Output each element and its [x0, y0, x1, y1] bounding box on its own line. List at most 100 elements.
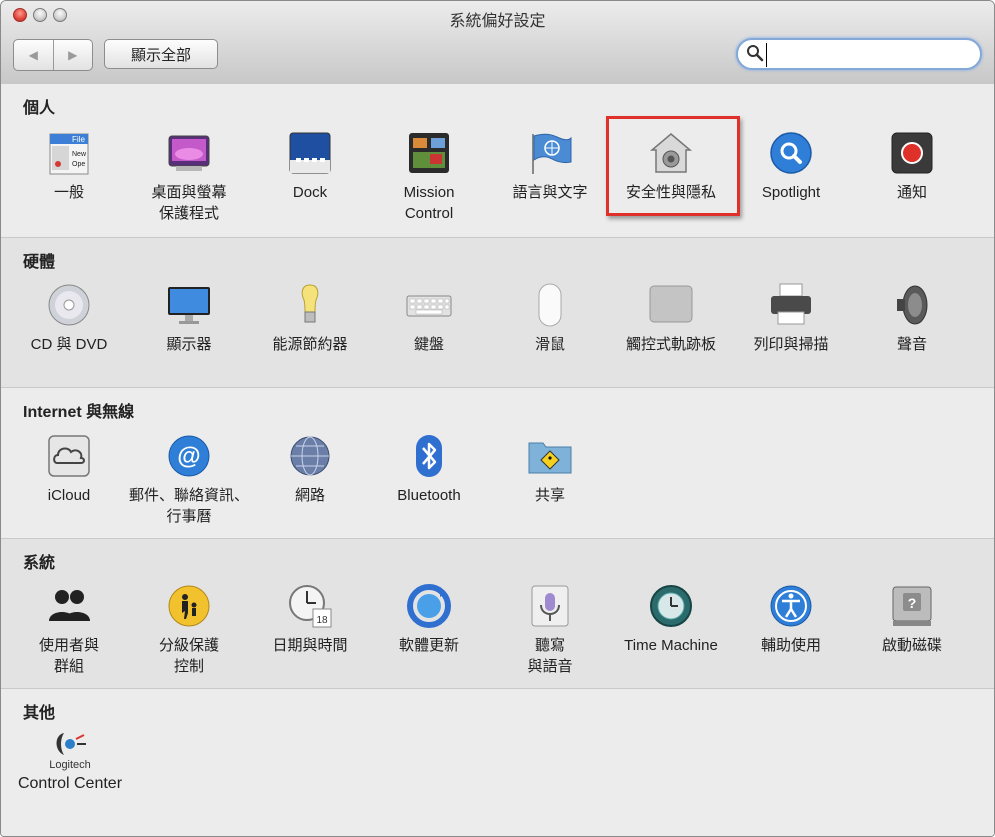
pref-label: 滑鼠	[534, 336, 565, 353]
pref-label: 使用者與 群組	[38, 637, 99, 675]
pref-label: 鍵盤	[413, 336, 444, 353]
time-machine-icon	[650, 585, 692, 627]
startup-disk-icon: ?	[892, 586, 932, 626]
pref-label: 輔助使用	[760, 637, 821, 654]
forward-button[interactable]: ▶	[54, 40, 93, 70]
svg-text:@: @	[177, 443, 200, 470]
cd-dvd-icon	[48, 284, 90, 326]
mail-at-icon: @	[168, 435, 210, 477]
pref-label: Dock	[292, 184, 328, 201]
pref-language-text[interactable]: 語言與文字	[490, 130, 610, 203]
pref-dock[interactable]: Dock	[250, 130, 370, 203]
search-field[interactable]	[736, 38, 982, 70]
pref-trackpad[interactable]: 觸控式軌跡板	[611, 282, 731, 355]
pref-accessibility[interactable]: 輔助使用	[731, 583, 851, 656]
mouse-icon	[538, 283, 562, 327]
pref-bluetooth[interactable]: Bluetooth	[369, 433, 489, 506]
back-forward-group: ◀ ▶	[13, 39, 93, 71]
section-other: 其他 Logitech Control Center	[1, 688, 994, 836]
pref-label: 網路	[294, 487, 325, 504]
brand-text: Logitech	[49, 759, 91, 771]
pref-print-scan[interactable]: 列印與掃描	[731, 282, 851, 355]
back-button[interactable]: ◀	[14, 40, 54, 70]
pref-label: 共享	[534, 487, 565, 504]
section-title: 硬體	[23, 254, 56, 271]
trackpad-icon	[649, 285, 693, 323]
svg-text:File: File	[72, 135, 85, 144]
pref-label: iCloud	[47, 487, 91, 504]
section-hardware: 硬體 CD 與 DVD 顯示器 能源節約器 鍵盤 滑鼠 觸控式軌跡板 列印與掃描…	[1, 237, 994, 388]
show-all-button[interactable]: 顯示全部	[104, 39, 218, 69]
section-title: Internet 與無線	[23, 404, 135, 421]
keyboard-icon	[406, 295, 452, 317]
svg-text:New: New	[72, 151, 87, 158]
pref-label: 日期與時間	[272, 637, 348, 654]
spotlight-icon	[770, 132, 812, 174]
pref-mission-control[interactable]: Mission Control	[369, 130, 489, 224]
pref-label: 軟體更新	[398, 637, 459, 654]
parental-controls-icon	[168, 585, 210, 627]
highlight-box	[606, 116, 740, 216]
pref-label: 一般	[53, 184, 84, 201]
pref-notifications[interactable]: 通知	[852, 130, 972, 203]
svg-text:Ope: Ope	[72, 161, 85, 168]
notifications-icon	[891, 132, 933, 174]
pref-logitech-control-center[interactable]: Logitech Control Center	[9, 729, 131, 794]
svg-text:?: ?	[908, 595, 917, 611]
icloud-icon	[48, 435, 90, 477]
dock-icon	[289, 132, 331, 174]
pref-cd-dvd[interactable]: CD 與 DVD	[9, 282, 129, 355]
pref-general[interactable]: File New Ope 一般	[9, 130, 129, 203]
pref-label: CD 與 DVD	[30, 336, 108, 353]
search-input[interactable]	[766, 43, 971, 67]
clock-calendar-icon: 18	[289, 585, 332, 628]
pref-dictation-speech[interactable]: 聽寫 與語音	[490, 583, 610, 677]
logitech-icon	[56, 733, 86, 755]
section-title: 系統	[23, 555, 56, 572]
microphone-icon	[531, 585, 569, 627]
pref-parental-controls[interactable]: 分級保護 控制	[129, 583, 249, 677]
window-title: 系統偏好設定	[449, 13, 546, 30]
pref-desktop-screensaver[interactable]: 桌面與螢幕 保護程式	[129, 130, 249, 224]
pref-label: 觸控式軌跡板	[625, 336, 716, 353]
section-internet-wireless: Internet 與無線 iCloud @ 郵件、聯絡資訊、 行事曆 網路 Bl…	[1, 387, 994, 539]
pref-label: Mission Control	[403, 184, 455, 222]
speaker-icon	[897, 285, 928, 325]
section-system: 系統 使用者與 群組 分級保護 控制 18 日期與時間 軟體更新 聽寫 與語音 …	[1, 538, 994, 689]
pref-mail-contacts-calendar[interactable]: @ 郵件、聯絡資訊、 行事曆	[129, 433, 249, 527]
desktop-screensaver-icon	[168, 135, 210, 171]
general-icon: File New Ope	[49, 133, 89, 175]
energy-bulb-icon	[301, 284, 319, 323]
pref-time-machine[interactable]: Time Machine	[611, 583, 731, 656]
users-icon	[49, 590, 90, 621]
pref-label: 郵件、聯絡資訊、 行事曆	[129, 487, 250, 525]
pref-label: 通知	[896, 184, 927, 201]
pref-keyboard[interactable]: 鍵盤	[369, 282, 489, 355]
pref-sound[interactable]: 聲音	[852, 282, 972, 355]
section-title: 其他	[23, 705, 56, 722]
pref-startup-disk[interactable]: ? 啟動磁碟	[852, 583, 972, 656]
search-icon	[747, 45, 764, 62]
pref-spotlight[interactable]: Spotlight	[731, 130, 851, 203]
network-globe-icon	[290, 436, 330, 476]
pref-sharing[interactable]: 共享	[490, 433, 610, 506]
pref-label: Control Center	[17, 775, 123, 792]
pref-mouse[interactable]: 滑鼠	[490, 282, 610, 355]
pref-icloud[interactable]: iCloud	[9, 433, 129, 506]
pref-display[interactable]: 顯示器	[129, 282, 249, 355]
accessibility-icon	[770, 585, 812, 627]
pref-label: 桌面與螢幕 保護程式	[151, 184, 227, 222]
pref-users-groups[interactable]: 使用者與 群組	[9, 583, 129, 677]
pref-energy-saver[interactable]: 能源節約器	[250, 282, 370, 355]
sharing-folder-icon	[528, 442, 572, 474]
pref-label: 聽寫 與語音	[527, 637, 573, 675]
pref-label: 顯示器	[166, 336, 212, 353]
pref-network[interactable]: 網路	[250, 433, 370, 506]
mission-control-icon	[409, 133, 449, 173]
pref-label: 語言與文字	[512, 184, 588, 201]
language-flag-icon	[532, 133, 572, 174]
software-update-icon	[407, 584, 451, 628]
bluetooth-icon	[416, 435, 442, 477]
pref-software-update[interactable]: 軟體更新	[369, 583, 489, 656]
pref-date-time[interactable]: 18 日期與時間	[250, 583, 370, 656]
